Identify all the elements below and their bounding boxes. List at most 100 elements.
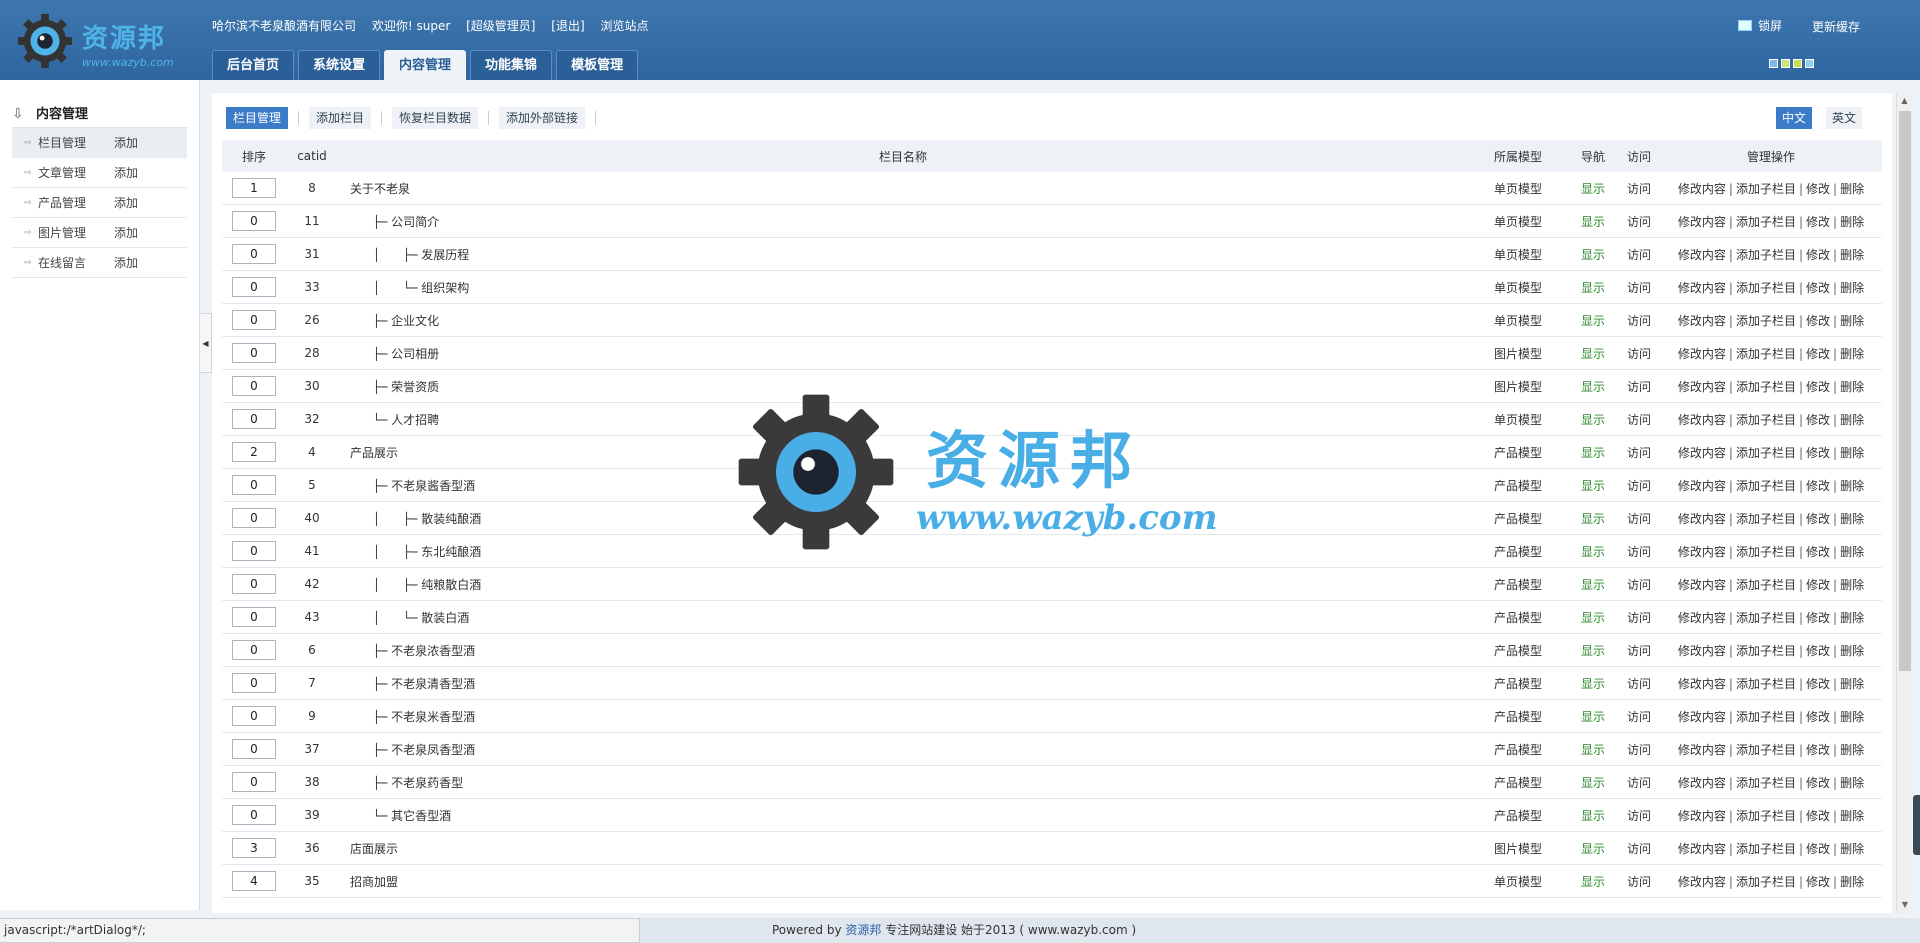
edit-link[interactable]: 修改 (1806, 413, 1830, 427)
edit-content-link[interactable]: 修改内容 (1678, 743, 1726, 757)
sort-order-input[interactable] (232, 376, 276, 396)
edit-link[interactable]: 修改 (1806, 479, 1830, 493)
add-child-link[interactable]: 添加子栏目 (1736, 776, 1796, 790)
sort-order-input[interactable] (232, 244, 276, 264)
sidebar-add-link[interactable]: 添加 (114, 254, 138, 271)
sort-order-input[interactable] (232, 739, 276, 759)
theme-swatch[interactable] (1805, 59, 1814, 68)
edit-link[interactable]: 修改 (1806, 281, 1830, 295)
edit-content-link[interactable]: 修改内容 (1678, 248, 1726, 262)
delete-link[interactable]: 删除 (1840, 479, 1864, 493)
sidebar-add-link[interactable]: 添加 (114, 134, 138, 151)
edit-content-link[interactable]: 修改内容 (1678, 710, 1726, 724)
category-management-button[interactable]: 栏目管理 (226, 107, 289, 129)
delete-link[interactable]: 删除 (1840, 182, 1864, 196)
add-child-link[interactable]: 添加子栏目 (1736, 710, 1796, 724)
edit-content-link[interactable]: 修改内容 (1678, 215, 1726, 229)
visit-link[interactable]: 访问 (1618, 213, 1660, 230)
add-child-link[interactable]: 添加子栏目 (1736, 479, 1796, 493)
edit-content-link[interactable]: 修改内容 (1678, 842, 1726, 856)
add-child-link[interactable]: 添加子栏目 (1736, 512, 1796, 526)
visit-link[interactable]: 访问 (1618, 774, 1660, 791)
edit-content-link[interactable]: 修改内容 (1678, 413, 1726, 427)
visit-link[interactable]: 访问 (1618, 543, 1660, 560)
theme-swatch[interactable] (1769, 59, 1778, 68)
visit-link[interactable]: 访问 (1618, 510, 1660, 527)
footer-brand-link[interactable]: 资源邦 (845, 923, 881, 937)
nav-status-link[interactable]: 显示 (1568, 543, 1618, 560)
edit-link[interactable]: 修改 (1806, 677, 1830, 691)
edit-link[interactable]: 修改 (1806, 248, 1830, 262)
nav-status-link[interactable]: 显示 (1568, 246, 1618, 263)
edit-content-link[interactable]: 修改内容 (1678, 347, 1726, 361)
edit-content-link[interactable]: 修改内容 (1678, 446, 1726, 460)
add-child-link[interactable]: 添加子栏目 (1736, 314, 1796, 328)
edit-content-link[interactable]: 修改内容 (1678, 182, 1726, 196)
sort-order-input[interactable] (232, 442, 276, 462)
tab-home[interactable]: 后台首页 (212, 50, 295, 80)
edit-link[interactable]: 修改 (1806, 446, 1830, 460)
nav-status-link[interactable]: 显示 (1568, 807, 1618, 824)
edit-link[interactable]: 修改 (1806, 347, 1830, 361)
nav-status-link[interactable]: 显示 (1568, 378, 1618, 395)
edit-content-link[interactable]: 修改内容 (1678, 776, 1726, 790)
delete-link[interactable]: 删除 (1840, 512, 1864, 526)
visit-link[interactable]: 访问 (1618, 576, 1660, 593)
visit-link[interactable]: 访问 (1618, 180, 1660, 197)
visit-link[interactable]: 访问 (1618, 444, 1660, 461)
nav-status-link[interactable]: 显示 (1568, 609, 1618, 626)
visit-link[interactable]: 访问 (1618, 345, 1660, 362)
delete-link[interactable]: 删除 (1840, 347, 1864, 361)
delete-link[interactable]: 删除 (1840, 281, 1864, 295)
edit-content-link[interactable]: 修改内容 (1678, 644, 1726, 658)
sort-order-input[interactable] (232, 871, 276, 891)
sort-order-input[interactable] (232, 178, 276, 198)
add-child-link[interactable]: 添加子栏目 (1736, 380, 1796, 394)
sort-order-input[interactable] (232, 607, 276, 627)
add-child-link[interactable]: 添加子栏目 (1736, 743, 1796, 757)
add-child-link[interactable]: 添加子栏目 (1736, 182, 1796, 196)
sort-order-input[interactable] (232, 211, 276, 231)
sort-order-input[interactable] (232, 805, 276, 825)
add-child-link[interactable]: 添加子栏目 (1736, 215, 1796, 229)
add-child-link[interactable]: 添加子栏目 (1736, 578, 1796, 592)
browse-site-link[interactable]: 浏览站点 (601, 19, 649, 33)
sidebar-collapse-handle[interactable]: ◀ (200, 313, 212, 373)
add-child-link[interactable]: 添加子栏目 (1736, 842, 1796, 856)
delete-link[interactable]: 删除 (1840, 710, 1864, 724)
lang-en-button[interactable]: 英文 (1825, 107, 1862, 129)
delete-link[interactable]: 删除 (1840, 413, 1864, 427)
delete-link[interactable]: 删除 (1840, 446, 1864, 460)
visit-link[interactable]: 访问 (1618, 807, 1660, 824)
nav-status-link[interactable]: 显示 (1568, 576, 1618, 593)
visit-link[interactable]: 访问 (1618, 642, 1660, 659)
refresh-cache-button[interactable]: 更新缓存 (1812, 18, 1860, 35)
restore-category-button[interactable]: 恢复栏目数据 (392, 107, 479, 129)
side-widget-tab[interactable] (1913, 795, 1920, 855)
visit-link[interactable]: 访问 (1618, 312, 1660, 329)
sidebar-item-label[interactable]: 栏目管理 (38, 134, 114, 151)
sidebar-add-link[interactable]: 添加 (114, 194, 138, 211)
sort-order-input[interactable] (232, 343, 276, 363)
edit-content-link[interactable]: 修改内容 (1678, 281, 1726, 295)
logo[interactable]: 资源邦 www.wazyb.com (16, 12, 186, 72)
edit-content-link[interactable]: 修改内容 (1678, 512, 1726, 526)
sort-order-input[interactable] (232, 574, 276, 594)
edit-content-link[interactable]: 修改内容 (1678, 611, 1726, 625)
nav-status-link[interactable]: 显示 (1568, 477, 1618, 494)
visit-link[interactable]: 访问 (1618, 378, 1660, 395)
lang-zh-button[interactable]: 中文 (1775, 107, 1812, 129)
nav-status-link[interactable]: 显示 (1568, 510, 1618, 527)
sort-order-input[interactable] (232, 706, 276, 726)
scroll-up-icon[interactable]: ▲ (1897, 93, 1912, 109)
sidebar-item-label[interactable]: 在线留言 (38, 254, 114, 271)
add-child-link[interactable]: 添加子栏目 (1736, 347, 1796, 361)
role-link[interactable]: [超级管理员] (466, 19, 535, 33)
add-child-link[interactable]: 添加子栏目 (1736, 248, 1796, 262)
scroll-down-icon[interactable]: ▼ (1897, 897, 1913, 913)
nav-status-link[interactable]: 显示 (1568, 411, 1618, 428)
delete-link[interactable]: 删除 (1840, 248, 1864, 262)
sort-order-input[interactable] (232, 640, 276, 660)
delete-link[interactable]: 删除 (1840, 545, 1864, 559)
edit-link[interactable]: 修改 (1806, 842, 1830, 856)
